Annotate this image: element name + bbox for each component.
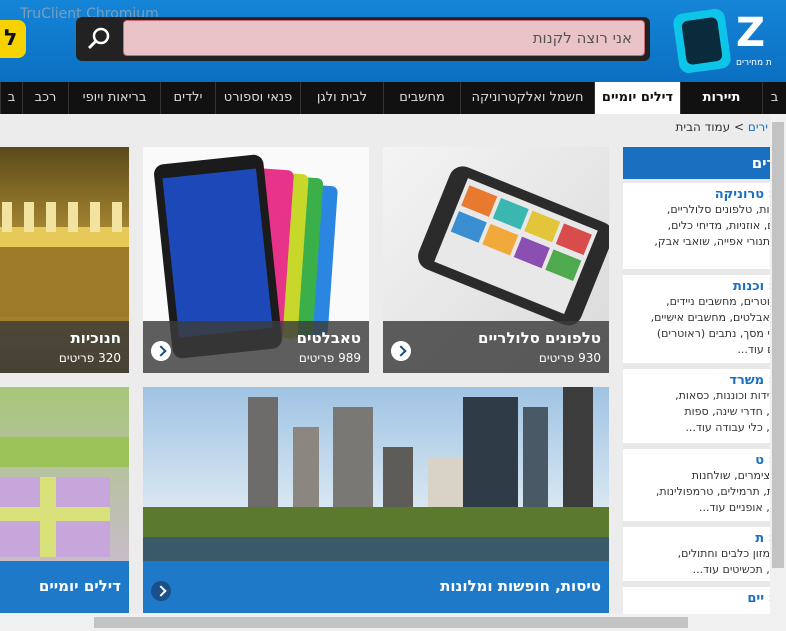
tile-caption: חנוכיות 320 פריטים: [0, 321, 129, 373]
sidebar-card-pets[interactable]: « ת , מזון כלבים וחתולים, ם, תכשיטים עוד…: [623, 527, 783, 581]
category-tile-vacations[interactable]: טיסות, חופשות ומלונות: [143, 387, 609, 613]
sidebar-card-line: סי מסך, נתבים (ראוטרים): [656, 327, 777, 340]
nav-item-home-garden[interactable]: לבית ולגן: [300, 82, 383, 114]
sidebar-card-line: שידות וכוננות, כסאות,: [675, 389, 777, 402]
yellow-pages-logo[interactable]: ל: [0, 20, 26, 58]
tile-title: טלפונים סלולריים: [478, 329, 601, 347]
sidebar-card-title[interactable]: « ט: [629, 453, 777, 468]
sidebar-card-line: , צימרים, שולחנות: [691, 469, 777, 482]
nav-item-leisure-sport[interactable]: פנאי וספורט: [215, 82, 300, 114]
sidebar-card-more-link[interactable]: ים עוד...: [629, 342, 777, 358]
sidebar-card-title[interactable]: « טרוניקה: [629, 187, 777, 202]
search-icon: [87, 27, 110, 50]
nav-item-daily-deals[interactable]: דילים יומיים: [594, 82, 680, 114]
nav-item-tourism[interactable]: תיירות: [680, 82, 762, 114]
tile-caption: דילים יומיים: [0, 561, 129, 613]
tile-caption: טיסות, חופשות ומלונות: [143, 561, 609, 613]
category-tile-tablets[interactable]: טאבלטים 989 פריטים: [143, 147, 369, 373]
chevron-right-icon[interactable]: [151, 341, 171, 361]
sidebar-card-line: , תנורי אפייה, שואבי אבק,: [654, 235, 777, 248]
sidebar-card-line: טוטרים, מחשבים ניידים,: [666, 295, 777, 308]
tile-title: טאבלטים: [296, 329, 361, 347]
chevron-right-icon[interactable]: [151, 581, 171, 601]
category-tile-menorahs[interactable]: חנוכיות 320 פריטים: [0, 147, 129, 373]
tile-count: 989 פריטים: [298, 351, 361, 365]
sidebar-card-line: , מזון כלבים וחתולים,: [677, 547, 777, 560]
nav-item-electronics[interactable]: חשמל ואלקטרוניקה: [460, 82, 594, 114]
sidebar-card-line: ם, אופניים עוד...: [698, 501, 777, 514]
category-sidebar: ירים « טרוניקה מות, טלפונים סלולריים, ים…: [623, 147, 786, 615]
tile-count: 320 פריטים: [58, 351, 121, 365]
sidebar-card-leisure[interactable]: « ט , צימרים, שולחנות ות, תרמילים, טרמפו…: [623, 449, 783, 521]
horizontal-scrollbar[interactable]: [0, 614, 786, 631]
sidebar-card-more[interactable]: « יים: [623, 587, 783, 615]
sidebar-card-title[interactable]: « וכנות: [629, 279, 777, 294]
breadcrumb-current: עמוד הבית: [675, 120, 731, 134]
zap-logo-icon[interactable]: [672, 7, 732, 75]
nav-item-fragment[interactable]: ב: [762, 82, 786, 114]
horizontal-scrollbar-thumb[interactable]: [94, 617, 688, 628]
sidebar-card-line: ות, תרמילים, טרמפולינות,: [655, 485, 777, 498]
nav-item-computers[interactable]: מחשבים: [383, 82, 460, 114]
tile-title: דילים יומיים: [38, 577, 121, 595]
chevron-right-icon[interactable]: [391, 341, 411, 361]
search-bar: אני רוצה לקנות: [76, 17, 650, 61]
sidebar-card-title[interactable]: « ת: [629, 531, 777, 546]
sidebar-card-title[interactable]: « יים: [629, 591, 777, 606]
nav-item-car[interactable]: רכב: [22, 82, 68, 114]
breadcrumb: ירים > עמוד הבית: [600, 120, 768, 134]
nav-item-kids[interactable]: ילדים: [160, 82, 215, 114]
tile-title: טיסות, חופשות ומלונות: [440, 577, 601, 595]
main-nav: ב תיירות דילים יומיים חשמל ואלקטרוניקה מ…: [0, 82, 786, 114]
zap-tagline: ת מחירים: [736, 58, 772, 68]
sidebar-header: ירים: [623, 147, 786, 179]
zap-logo-text[interactable]: Z: [736, 10, 765, 56]
tile-title: חנוכיות: [70, 329, 121, 347]
sidebar-card-title[interactable]: « משרד: [629, 373, 777, 388]
nav-item-more[interactable]: ב: [0, 82, 22, 114]
sidebar-card-line: ת, חדרי שינה, ספות: [684, 405, 777, 418]
sidebar-card-computers[interactable]: « וכנות טוטרים, מחשבים ניידים, טאבלטים, …: [623, 275, 783, 363]
sidebar-card-line: ת, כלי עבודה עוד...: [685, 421, 777, 434]
sidebar-card-line: מות, טלפונים סלולריים,: [666, 203, 777, 216]
category-tile-daily-deals[interactable]: דילים יומיים: [0, 387, 129, 613]
sidebar-card-line: טאבלטים, מחשבים אישיים,: [650, 311, 777, 324]
breadcrumb-link[interactable]: ירים: [748, 120, 768, 134]
search-button[interactable]: [76, 17, 122, 61]
tile-caption: טאבלטים 989 פריטים: [143, 321, 369, 373]
sidebar-card-line: ם, תכשיטים עוד...: [692, 563, 777, 576]
tile-caption: טלפונים סלולריים 930 פריטים: [383, 321, 609, 373]
vertical-scrollbar[interactable]: [770, 114, 786, 617]
nav-item-health-beauty[interactable]: בריאות ויופי: [68, 82, 160, 114]
tile-count: 930 פריטים: [538, 351, 601, 365]
site-header: TruClient Chromium ל אני רוצה לקנות Z ת …: [0, 0, 786, 82]
sidebar-card-line: ים, אוזניות, מדיחי כלים,: [667, 219, 777, 232]
sidebar-card-office[interactable]: « משרד שידות וכוננות, כסאות, ת, חדרי שינ…: [623, 369, 783, 443]
breadcrumb-separator: >: [734, 120, 745, 134]
category-tile-phones[interactable]: טלפונים סלולריים 930 פריטים: [383, 147, 609, 373]
sidebar-card-electronics[interactable]: « טרוניקה מות, טלפונים סלולריים, ים, אוז…: [623, 183, 783, 269]
vertical-scrollbar-thumb[interactable]: [772, 122, 784, 568]
yellow-pages-logo-glyph: ל: [4, 26, 18, 51]
search-input[interactable]: אני רוצה לקנות: [123, 20, 645, 56]
